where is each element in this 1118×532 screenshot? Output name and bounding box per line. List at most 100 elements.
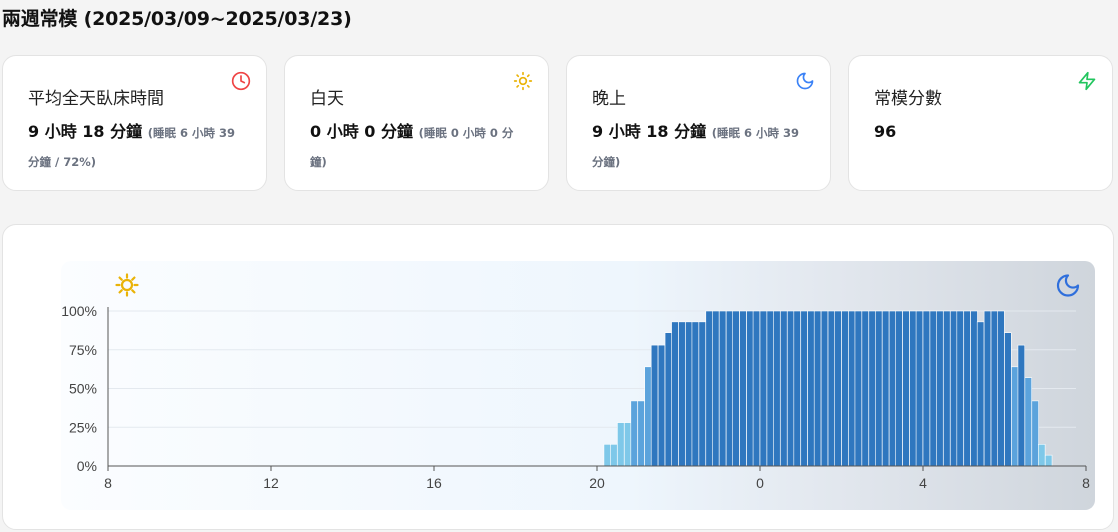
card-value: 0 小時 0 分鐘 (睡眠 0 小時 0 分鐘) <box>310 118 525 176</box>
bar <box>983 310 992 467</box>
x-tick-label: 8 <box>104 475 112 491</box>
bar <box>929 310 938 467</box>
bar <box>909 310 917 467</box>
card-value: 9 小時 18 分鐘 (睡眠 6 小時 39 分鐘 / 72%) <box>28 118 243 176</box>
zap-icon <box>1077 71 1097 91</box>
x-tick-label: 0 <box>756 475 764 491</box>
bar <box>671 321 679 467</box>
card-night: 晚上 9 小時 18 分鐘 (睡眠 6 小時 39 分鐘) <box>566 55 831 191</box>
card-total-bed-time: 平均全天臥床時間 9 小時 18 分鐘 (睡眠 6 小時 39 分鐘 / 72%… <box>2 55 267 191</box>
bar <box>922 310 931 467</box>
x-tick-label: 16 <box>426 475 442 491</box>
moon-icon <box>795 71 815 91</box>
bar <box>766 310 775 467</box>
bar <box>1004 332 1012 467</box>
bar <box>956 310 964 467</box>
summary-cards: 平均全天臥床時間 9 小時 18 分鐘 (睡眠 6 小時 39 分鐘 / 72%… <box>2 55 1114 193</box>
y-tick-label: 25% <box>69 419 97 435</box>
bar <box>861 310 869 467</box>
bar <box>718 310 727 467</box>
bar <box>732 310 740 467</box>
card-label: 白天 <box>310 89 344 109</box>
bar <box>773 310 781 467</box>
card-label: 常模分數 <box>874 89 942 109</box>
x-tick-label: 20 <box>589 475 605 491</box>
card-value-main: 96 <box>874 122 897 141</box>
bar <box>1017 344 1026 467</box>
sun-icon <box>513 71 533 91</box>
bar <box>936 310 944 467</box>
bar <box>820 310 829 467</box>
bar <box>637 400 645 467</box>
x-tick-label: 4 <box>919 475 927 491</box>
bar <box>657 344 666 467</box>
page-title: 兩週常模 (2025/03/09~2025/03/23) <box>2 8 352 30</box>
bar <box>848 310 856 467</box>
clock-icon <box>231 71 251 91</box>
card-label: 晚上 <box>592 89 626 109</box>
bar <box>902 310 910 467</box>
card-label: 平均全天臥床時間 <box>28 89 164 109</box>
bar <box>739 310 747 467</box>
bar <box>1031 400 1039 467</box>
y-tick-label: 100% <box>61 303 97 319</box>
bar <box>854 310 863 467</box>
card-value-main: 9 小時 18 分鐘 <box>28 122 143 141</box>
bar <box>650 344 659 467</box>
bar <box>691 321 700 467</box>
bed-time-chart: 0% 25% 50% 75% 100% 8 12 16 20 0 4 8 <box>61 261 1095 510</box>
bed-time-chart-card: 0% 25% 50% 75% 100% 8 12 16 20 0 4 8 <box>2 224 1114 530</box>
bar <box>610 444 618 467</box>
bar <box>963 310 971 467</box>
bar <box>841 310 849 467</box>
bar <box>603 444 612 467</box>
bar <box>813 310 822 467</box>
bar <box>705 310 713 467</box>
card-value-main: 0 小時 0 分鐘 <box>310 122 413 141</box>
bar <box>1024 377 1032 467</box>
bar <box>1044 454 1053 467</box>
bar <box>875 310 883 467</box>
card-norm-score: 常模分數 96 <box>848 55 1113 191</box>
bar <box>617 422 625 467</box>
bar <box>698 321 706 467</box>
bar <box>943 310 951 467</box>
bar <box>725 310 734 467</box>
bar <box>678 321 686 467</box>
x-tick-label: 8 <box>1082 475 1090 491</box>
bar <box>800 310 808 467</box>
bar <box>664 332 673 467</box>
card-value: 9 小時 18 分鐘 (睡眠 6 小時 39 分鐘) <box>592 118 807 176</box>
bar <box>752 310 761 467</box>
card-value-main: 9 小時 18 分鐘 <box>592 122 707 141</box>
y-tick-label: 0% <box>77 458 97 474</box>
bar <box>712 310 720 467</box>
bar <box>997 310 1005 467</box>
bar <box>807 310 815 467</box>
bar <box>895 310 903 467</box>
bar <box>834 310 842 467</box>
bar <box>746 310 754 467</box>
bar <box>630 400 638 467</box>
x-tick-label: 12 <box>263 475 279 491</box>
y-tick-label: 50% <box>69 381 97 397</box>
bar <box>1011 366 1019 467</box>
bar <box>888 310 897 467</box>
bar <box>868 310 876 467</box>
bar <box>827 310 836 467</box>
y-tick-label: 75% <box>69 342 97 358</box>
bar <box>644 366 652 467</box>
bar <box>970 310 978 467</box>
bar <box>685 321 693 467</box>
card-daytime: 白天 0 小時 0 分鐘 (睡眠 0 小時 0 分鐘) <box>284 55 549 191</box>
bar <box>793 310 801 467</box>
bar <box>976 321 985 467</box>
bar <box>950 310 958 467</box>
bar <box>787 310 795 467</box>
card-value: 96 <box>874 118 1089 145</box>
bar <box>1038 444 1046 467</box>
bar <box>624 422 632 467</box>
bar <box>881 310 890 467</box>
bar <box>759 310 768 467</box>
bar <box>780 310 788 467</box>
